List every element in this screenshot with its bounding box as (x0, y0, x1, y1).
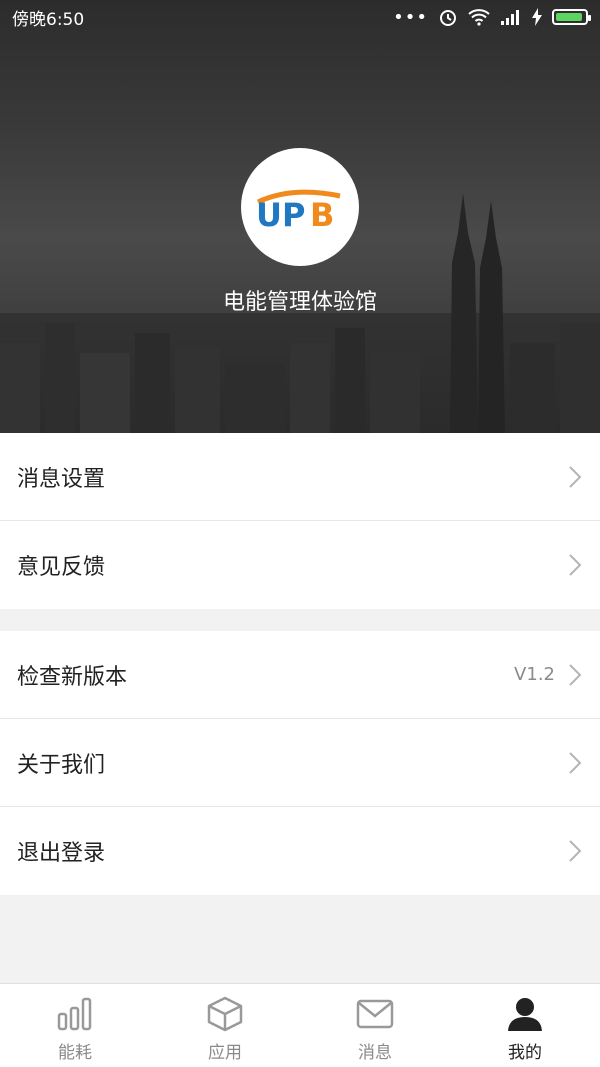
mail-icon (356, 999, 394, 1029)
chevron-right-icon (569, 465, 582, 488)
menu-item-label: 关于我们 (17, 752, 106, 778)
tab-messages[interactable]: 消息 (300, 984, 450, 1067)
person-icon (508, 998, 542, 1031)
menu-item-label: 退出登录 (17, 841, 106, 866)
menu-group-settings: 消息设置 意见反馈 (0, 433, 600, 609)
battery-icon (552, 9, 591, 25)
app-name: 电能管理体验馆 (222, 290, 377, 315)
tab-label: 应用 (208, 1043, 242, 1063)
menu-item-label: 意见反馈 (17, 555, 106, 580)
bar-chart-icon (57, 997, 92, 1031)
menu-item-message-settings[interactable]: 消息设置 (0, 433, 600, 521)
avatar[interactable]: U P B (241, 148, 359, 266)
wifi-icon (468, 9, 490, 26)
version-value: V1.2 (514, 664, 555, 685)
chevron-right-icon (569, 840, 582, 862)
menu-item-label: 检查新版本 (17, 664, 128, 690)
bottom-tab-bar: 能耗 应用 消息 我的 (0, 983, 600, 1067)
tab-label: 消息 (358, 1043, 392, 1063)
svg-text:U: U (256, 196, 282, 232)
menu-item-check-update[interactable]: 检查新版本 V1.2 (0, 631, 600, 719)
tab-label: 我的 (508, 1043, 542, 1063)
chevron-right-icon (569, 663, 582, 686)
svg-text:P: P (282, 196, 305, 232)
charging-icon (532, 8, 542, 26)
menu-item-about-us[interactable]: 关于我们 (0, 719, 600, 807)
tab-label: 能耗 (58, 1043, 92, 1063)
chevron-right-icon (569, 554, 582, 576)
tab-energy[interactable]: 能耗 (0, 984, 150, 1067)
status-bar: 傍晚6:50 ••• (0, 0, 600, 34)
profile-header: 傍晚6:50 ••• U P B 电能管理体验馆 (0, 0, 600, 433)
status-time: 傍晚6:50 (12, 9, 85, 30)
svg-text:B: B (310, 196, 334, 232)
box-icon (207, 996, 243, 1032)
menu-group-app: 检查新版本 V1.2 关于我们 退出登录 (0, 631, 600, 895)
upb-logo: U P B (256, 189, 341, 232)
menu-item-label: 消息设置 (17, 466, 106, 492)
menu-item-logout[interactable]: 退出登录 (0, 807, 600, 895)
chevron-right-icon (569, 751, 582, 774)
tab-mine[interactable]: 我的 (450, 984, 600, 1067)
menu-item-feedback[interactable]: 意见反馈 (0, 521, 600, 609)
more-dots-icon: ••• (393, 6, 428, 28)
signal-icon (501, 10, 519, 25)
alarm-icon (440, 10, 456, 26)
tab-apps[interactable]: 应用 (150, 984, 300, 1067)
